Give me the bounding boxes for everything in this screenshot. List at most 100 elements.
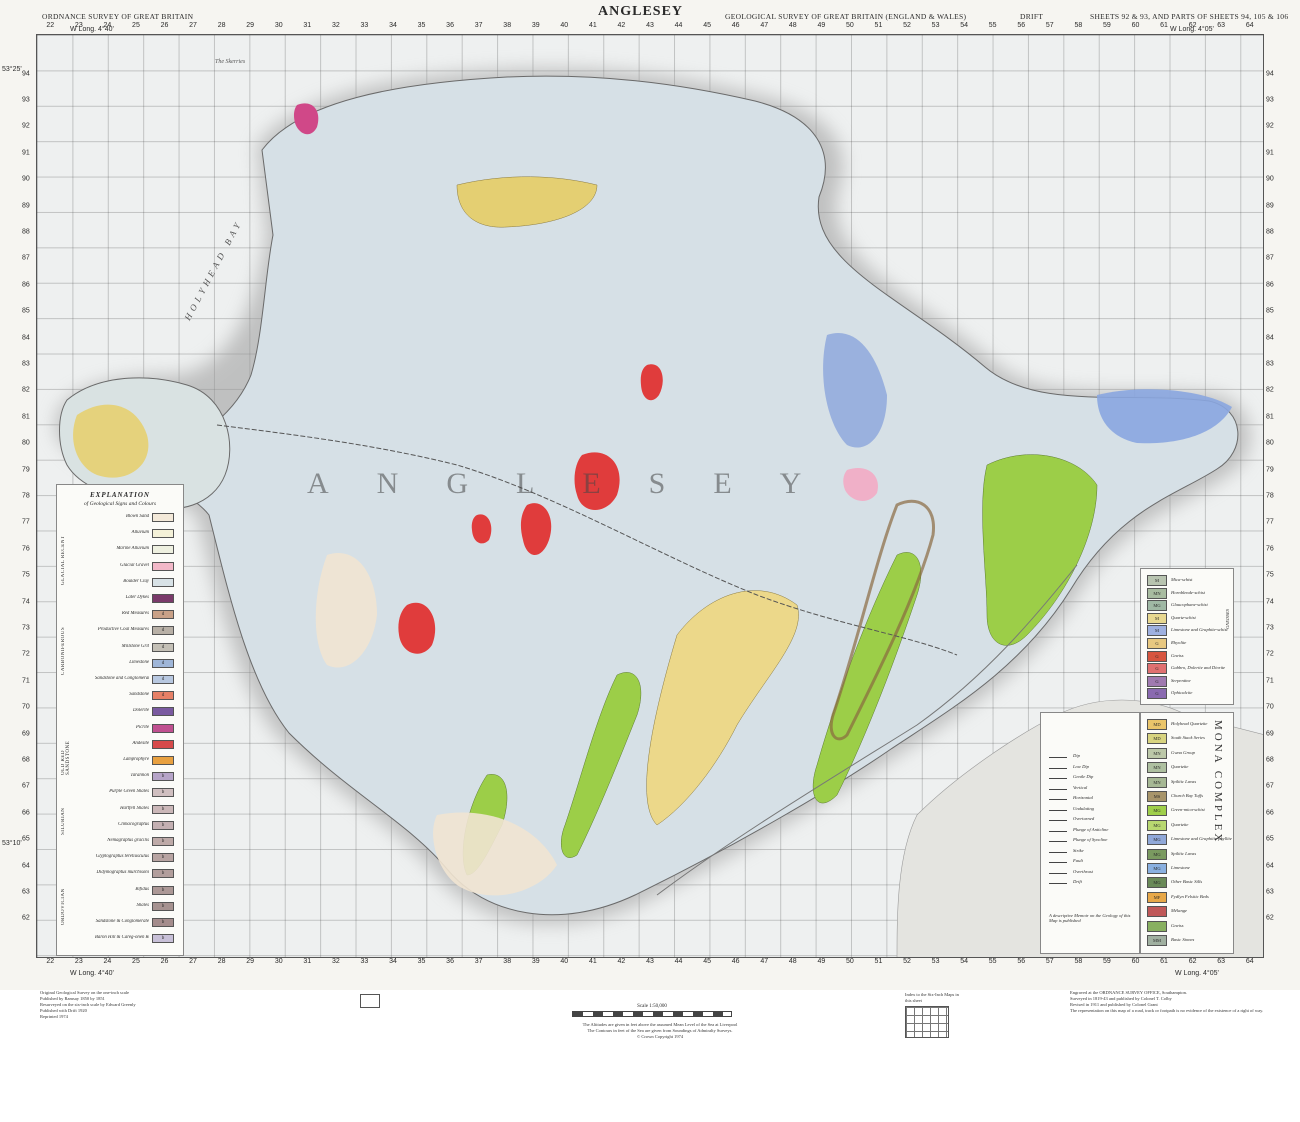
easting-tick: 50 [846,22,854,29]
map-title: ANGLESEY [598,4,684,19]
northing-tick: 74 [1266,598,1274,606]
legend-swatch: b [152,853,174,863]
northing-tick: 64 [1266,862,1274,870]
easting-tick: 23 [74,958,83,965]
legend-row-label: Shales [136,902,149,908]
legend-row-label: Mica-schist [1171,577,1193,582]
easting-tick: 40 [560,958,569,965]
legend-row: Marine Alluvium [95,545,181,555]
easting-tick: 39 [531,22,540,29]
legend-row-label: Serpentine [1171,677,1191,683]
legend-row-label: Spilitic Lavas [1171,778,1197,784]
legend-row: MN Gwna Group [1147,747,1219,760]
mona-complex-label: MONA COMPLEX [1212,720,1224,845]
legend-subtitle: of Geological Signs and Colours [83,501,157,507]
easting-tick: 55 [988,22,997,29]
northing-tick: 90 [1266,175,1274,183]
legend-row-label: Later Dykes [125,595,149,600]
symbol-row: Undulating [1049,806,1135,815]
legend-row: Glyptograptus teretiusculus b [95,853,181,863]
legend-swatch: MD [1147,733,1167,745]
symbol-row: Overthrust [1049,869,1135,878]
easting-tick: 42 [617,22,626,29]
northing-tick: 82 [22,386,30,394]
legend-row-label: Marine Alluvium [116,546,149,552]
northing-tick: 85 [1266,307,1274,315]
symbol-row: Low Dip [1049,764,1135,773]
legend-row: MG Glaucophane-schist [1147,600,1219,612]
legend-row-label: South Stack Series [1171,735,1205,741]
easting-tick: 39 [531,958,540,965]
northing-tick: 62 [22,914,30,922]
legend-swatch: b [152,901,174,911]
symbol-row: Drift [1049,879,1135,888]
symbol-row: Strike [1049,848,1135,857]
symbol-mark [1049,830,1067,832]
easting-tick: 25 [132,22,140,29]
legend-row-label: Climacograptus [118,821,149,827]
easting-tick: 51 [874,22,883,29]
northing-tick: 71 [1266,677,1274,685]
legend-row-label: Gwna Group [1171,749,1195,755]
easting-tick: 22 [46,22,55,29]
easting-tick: 52 [903,958,911,965]
easting-tick: 27 [189,22,197,29]
footer-note: Reprinted 1974 [40,1014,68,1019]
easting-tick: 61 [1160,22,1168,29]
header-center: GEOLOGICAL SURVEY OF GREAT BRITAIN (ENGL… [725,12,967,21]
symbol-mark [1049,883,1067,884]
legend-row: Didymograptus murchisoni b [95,869,181,879]
legend-swatch: MG [1147,805,1167,817]
symbol-label: Fault [1073,858,1083,863]
legend-row-label: Nemagraptus gracilis [107,838,149,843]
red-granite-3 [398,602,436,654]
easting-tick: 45 [703,958,712,965]
easting-tick: 29 [246,958,255,965]
easting-tick: 41 [588,22,597,29]
northing-tick: 64 [22,862,30,870]
legend-row: MF Fydlyn Felsitic Beds [1147,891,1219,904]
easting-tick: 53 [931,958,940,965]
symbol-label: Overturned [1073,816,1095,821]
legend-row: MS Church Bay Tuffs [1147,791,1219,803]
legend-row-label: Rhyolite [1171,640,1187,645]
footer-index-label: Index to the Six-Inch Maps in this sheet [905,992,965,1038]
easting-tick: 36 [446,958,454,965]
symbol-row: Horizontal [1049,795,1135,804]
legend-row: M Limestone and Graphite-schist [1147,625,1228,637]
legend-swatch: M [1147,575,1167,586]
symbol-row: Gentle Dip [1049,774,1135,783]
easting-tick: 24 [103,22,112,29]
easting-tick: 28 [217,22,226,29]
legend-gneiss-label: GNEISSES [1225,609,1230,629]
legend-row: Blown Sand [95,513,181,523]
easting-tick: 58 [1074,22,1083,29]
easting-tick: 44 [674,958,683,965]
northing-tick: 69 [1266,730,1274,738]
northing-tick: 63 [1266,888,1274,896]
northing-tick: 65 [1266,835,1274,843]
footer-note: The representation on this map of a road… [1070,1008,1264,1013]
legend-row-label: Gabbro, Dolerite and Diorite [1171,665,1226,671]
easting-tick: 60 [1131,22,1140,29]
easting-tick: 62 [1188,22,1197,29]
symbol-mark [1049,788,1067,790]
legend-row-label: Limestone [1171,865,1190,870]
legend-swatch: MS [1147,791,1167,802]
northing-tick: 80 [22,439,30,447]
legend-row-label: Quartzite [1171,821,1189,827]
legend-row-label: Gneiss [1171,922,1184,928]
easting-tick: 30 [274,22,283,29]
legend-swatch: MG [1147,600,1167,612]
easting-tick: 50 [846,958,854,965]
legend-group-label: CARBONIFEROUS [61,626,66,675]
easting-tick: 26 [160,958,169,965]
symbol-mark [1049,872,1067,874]
legend-row-label: Dolerite [133,708,149,714]
legend-swatch: b [152,788,174,798]
footer-center-notes: The Altitudes are given in feet above th… [450,1022,870,1040]
northing-tick: 70 [22,703,30,711]
legend-swatch: MG [1147,848,1167,860]
northing-tick: 84 [1266,334,1274,342]
scale-text: Scale 1:50,000 [637,1004,667,1009]
